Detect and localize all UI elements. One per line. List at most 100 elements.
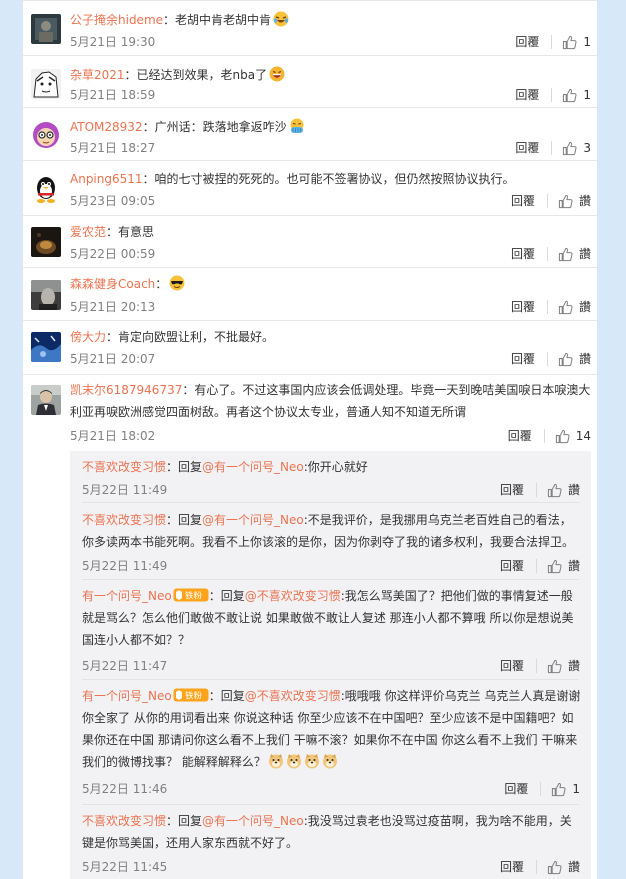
username-link[interactable]: 森森健身Coach xyxy=(70,277,155,291)
thumbs-up-icon xyxy=(547,559,562,573)
reply-item: 不喜欢改变习惯：回复@有一个问号_Neo:我没骂过袁老也没骂过疫苗啊，我为啥不能… xyxy=(70,805,591,879)
like-button[interactable]: 讚 xyxy=(558,246,591,262)
thumbs-up-icon xyxy=(558,247,573,261)
divider xyxy=(540,782,542,796)
divider xyxy=(551,141,553,155)
like-button[interactable]: 讚 xyxy=(558,193,591,209)
comment-text: ATOM28932：广州话：跌落地拿返咋沙 xyxy=(70,116,592,138)
username-link[interactable]: 爱农范 xyxy=(70,225,106,239)
reply-button[interactable]: 回覆 xyxy=(511,351,535,367)
divider xyxy=(551,35,553,49)
divider xyxy=(546,194,548,208)
reply-time: 5月22日 11:49 xyxy=(82,483,168,497)
mention-link[interactable]: @不喜欢改变习惯 xyxy=(245,689,341,703)
doge-emoji xyxy=(286,753,302,769)
like-count: 讚 xyxy=(567,483,580,497)
avatar[interactable] xyxy=(31,120,61,150)
like-button[interactable]: 1 xyxy=(551,781,580,797)
like-button[interactable]: 讚 xyxy=(547,658,580,674)
like-button[interactable]: 14 xyxy=(555,428,591,444)
comment-time: 5月21日 20:07 xyxy=(70,352,156,366)
like-button[interactable]: 讚 xyxy=(558,299,591,315)
comments-panel: 公子掩余hideme：老胡中肯老胡中肯 5月21日 19:30 回覆 1 杂草2… xyxy=(23,0,597,879)
username-link[interactable]: 有一个问号_Neo xyxy=(82,589,172,603)
like-count: 讚 xyxy=(567,559,580,573)
reply-button[interactable]: 回覆 xyxy=(515,34,539,50)
like-count: 14 xyxy=(575,429,591,443)
comment-text: Anping6511：咱的七寸被捏的死死的。也可能不签署协议，但仍然按照协议执行… xyxy=(70,172,515,186)
comment-item: 森森健身Coach： 5月21日 20:13 回覆 讚 xyxy=(23,267,597,321)
comment-item: Anping6511：咱的七寸被捏的死死的。也可能不签署协议，但仍然按照协议执行… xyxy=(23,160,597,216)
like-count: 1 xyxy=(572,782,580,796)
reply-item: 有一个问号_Neo 铁粉 ：回复@不喜欢改变习惯:我怎么骂美国了？把他们做的事情复述… xyxy=(70,580,591,680)
avatar[interactable] xyxy=(31,174,61,204)
avatar[interactable] xyxy=(31,280,61,310)
avatar[interactable] xyxy=(31,69,61,99)
reply-button[interactable]: 回覆 xyxy=(508,428,532,444)
username-link[interactable]: 杂草2021 xyxy=(70,68,125,82)
like-count: 1 xyxy=(583,88,591,102)
comment-time: 5月23日 09:05 xyxy=(70,194,156,208)
comment-time: 5月22日 00:59 xyxy=(70,247,156,261)
thumbs-up-icon xyxy=(555,429,570,443)
comment-time: 5月21日 18:59 xyxy=(70,88,156,102)
username-link[interactable]: ATOM28932 xyxy=(70,120,143,134)
doge-emoji xyxy=(268,753,284,769)
username-link[interactable]: 凯末尔6187946737 xyxy=(70,383,182,397)
username-link[interactable]: 公子掩余hideme xyxy=(70,13,163,27)
reply-button[interactable]: 回覆 xyxy=(504,781,528,797)
like-button[interactable]: 讚 xyxy=(558,351,591,367)
reply-thread: 不喜欢改变习惯：回复@有一个问号_Neo:你开心就好 5月22日 11:49 回… xyxy=(70,451,591,879)
reply-item: 不喜欢改变习惯：回复@有一个问号_Neo:你开心就好 5月22日 11:49 回… xyxy=(70,451,591,503)
reply-text: 有一个问号_Neo 铁粉 ：回复@不喜欢改变习惯:我怎么骂美国了？把他们做的事情复述… xyxy=(82,588,574,647)
reply-text: 有一个问号_Neo 铁粉 ：回复@不喜欢改变习惯:哦哦哦 你这样评价乌克兰 乌克兰人… xyxy=(82,688,581,769)
like-count: 讚 xyxy=(578,194,591,208)
mention-link[interactable]: @有一个问号_Neo xyxy=(202,513,304,527)
like-count: 讚 xyxy=(578,300,591,314)
thumbs-up-icon xyxy=(563,88,577,102)
avatar[interactable] xyxy=(31,14,61,44)
avatar[interactable] xyxy=(31,227,61,257)
mention-link[interactable]: @有一个问号_Neo xyxy=(202,814,304,828)
reply-button[interactable]: 回覆 xyxy=(500,482,524,498)
like-button[interactable]: 1 xyxy=(562,34,591,50)
reply-button[interactable]: 回覆 xyxy=(511,246,535,262)
username-link[interactable]: 不喜欢改变习惯 xyxy=(82,814,166,828)
sunglasses-emoji xyxy=(169,275,185,291)
divider xyxy=(546,247,548,261)
doge-emoji xyxy=(322,753,338,769)
avatar[interactable] xyxy=(31,385,61,415)
doge-emoji xyxy=(304,753,320,769)
reply-button[interactable]: 回覆 xyxy=(500,859,524,875)
comment-time: 5月21日 18:02 xyxy=(70,429,156,443)
fan-badge: 铁粉 xyxy=(173,688,209,702)
reply-button[interactable]: 回覆 xyxy=(500,558,524,574)
mention-link[interactable]: @不喜欢改变习惯 xyxy=(245,589,341,603)
like-button[interactable]: 讚 xyxy=(547,859,580,875)
like-button[interactable]: 讚 xyxy=(547,482,580,498)
reply-button[interactable]: 回覆 xyxy=(511,299,535,315)
svg-text:铁粉: 铁粉 xyxy=(185,591,203,602)
mention-link[interactable]: @有一个问号_Neo xyxy=(202,460,304,474)
username-link[interactable]: Anping6511 xyxy=(70,172,143,186)
grin-emoji xyxy=(269,66,285,82)
divider xyxy=(535,860,537,874)
thumbs-up-icon xyxy=(547,860,562,874)
like-button[interactable]: 3 xyxy=(562,140,591,156)
avatar[interactable] xyxy=(31,332,61,362)
reply-button[interactable]: 回覆 xyxy=(500,658,524,674)
reply-item: 有一个问号_Neo 铁粉 ：回复@不喜欢改变习惯:哦哦哦 你这样评价乌克兰 乌克兰人… xyxy=(70,680,591,805)
laugh-cry-emoji xyxy=(273,11,289,27)
reply-button[interactable]: 回覆 xyxy=(515,140,539,156)
like-button[interactable]: 讚 xyxy=(547,558,580,574)
reply-button[interactable]: 回覆 xyxy=(515,87,539,103)
username-link[interactable]: 有一个问号_Neo xyxy=(82,689,172,703)
thumbs-up-icon xyxy=(558,300,573,314)
username-link[interactable]: 不喜欢改变习惯 xyxy=(82,460,166,474)
username-link[interactable]: 傍大力 xyxy=(70,330,106,344)
like-count: 3 xyxy=(583,141,591,155)
like-button[interactable]: 1 xyxy=(562,87,591,103)
reply-time: 5月22日 11:49 xyxy=(82,559,168,573)
username-link[interactable]: 不喜欢改变习惯 xyxy=(82,513,166,527)
reply-button[interactable]: 回覆 xyxy=(511,193,535,209)
